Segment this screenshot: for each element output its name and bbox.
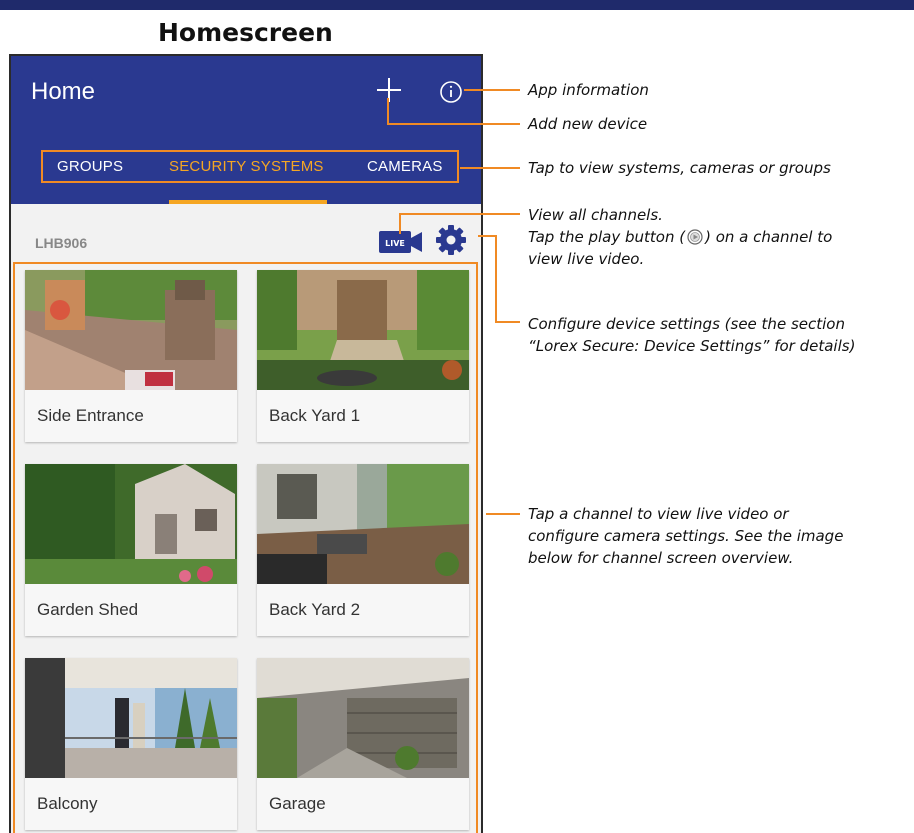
callout-channel-line2: configure camera settings. See the image [528,527,844,545]
callout-view-channels-line2a: Tap the play button ( [528,228,686,246]
tab-bar: GROUPS SECURITY SYSTEMS CAMERAS [11,152,481,204]
page-title: Home [31,78,96,105]
channel-label: Garden Shed [37,600,139,619]
document-title: Homescreen [158,18,333,47]
callout-view-channels-line1: View all channels. [528,206,663,224]
callout-channel-line3: below for channel screen overview. [528,549,794,567]
callout-device-settings-line1: Configure device settings (see the secti… [528,315,845,333]
callout-view-channels: View all channels. Tap the play button (… [528,204,832,270]
tab-cameras[interactable]: CAMERAS [367,158,443,175]
tab-security-systems[interactable]: SECURITY SYSTEMS [169,158,324,175]
play-button-icon [687,229,703,245]
channel-thumbnail [257,270,469,390]
channel-tile-garden-shed[interactable]: Garden Shed [25,464,237,636]
channel-tile-garage[interactable]: Garage [257,658,469,830]
channel-label: Side Entrance [37,406,144,425]
channel-tile-back-yard-1[interactable]: Back Yard 1 [257,270,469,442]
device-name: LHB906 [35,235,88,251]
live-label: LIVE [385,239,405,248]
live-view-icon[interactable]: LIVE [379,230,423,254]
channel-tile-side-entrance[interactable]: Side Entrance [25,270,237,442]
callout-channel-line1: Tap a channel to view live video or [528,505,789,523]
callout-tabs: Tap to view systems, cameras or groups [528,159,831,177]
channel-label: Balcony [37,794,98,813]
gear-icon[interactable] [435,224,467,256]
channel-thumbnail [257,464,469,584]
callout-view-channels-line2b: ) on a channel to [705,228,833,246]
channel-label: Back Yard 1 [269,406,361,425]
phone-screen: Home GROUPS SECURITY SYSTEMS CAMERAS LHB… [9,54,483,833]
callout-add-device: Add new device [528,115,648,133]
channel-thumbnail [257,658,469,778]
callout-app-information: App information [528,81,649,99]
add-icon[interactable] [375,76,403,104]
device-section: LHB906 LIVE Side Entrance Back Yard 1 Ga… [11,204,481,833]
channel-tile-back-yard-2[interactable]: Back Yard 2 [257,464,469,636]
callout-view-channels-line3: view live video. [528,250,645,268]
channel-thumbnail [25,270,237,390]
channel-thumbnail [25,658,237,778]
channel-tile-balcony[interactable]: Balcony [25,658,237,830]
info-icon[interactable] [439,80,463,104]
top-band [0,0,914,10]
callout-view-channels-line2: Tap the play button ( ) on a channel to [528,226,832,248]
channel-label: Back Yard 2 [269,600,361,619]
channel-thumbnail [25,464,237,584]
callout-device-settings-line2: “Lorex Secure: Device Settings” for deta… [528,337,856,355]
callout-channel: Tap a channel to view live video or conf… [528,503,843,569]
app-bar: Home GROUPS SECURITY SYSTEMS CAMERAS [11,56,481,204]
callout-device-settings: Configure device settings (see the secti… [528,313,855,357]
channel-label: Garage [269,794,326,813]
tab-groups[interactable]: GROUPS [57,158,123,175]
